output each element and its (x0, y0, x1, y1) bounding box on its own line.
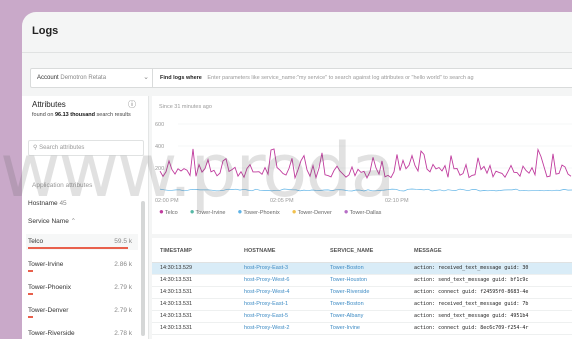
find-logs-label: Find logs where (160, 75, 202, 81)
table-row[interactable]: 14:30:13.531 host-Proxy-West-6 Tower-Houst… (152, 275, 572, 287)
service-value-item[interactable]: Tower-Riverside 2.78 k (26, 326, 138, 339)
service-name-cell: Tower-Albany (330, 313, 364, 319)
column-header-message[interactable]: MESSAGE (414, 248, 442, 254)
service-name-cell: Tower-Irvine (330, 325, 360, 331)
account-selector[interactable]: Account Demotron Retata ⌄ (30, 68, 156, 88)
service-value-bar (28, 316, 33, 318)
attributes-title: Attributes (32, 100, 66, 109)
service-value-item[interactable]: Telco 59.5 k (26, 234, 138, 250)
hostname-cell: host-Proxy-West-2 (244, 325, 290, 331)
message-cell: action: send_text_message guid: 4951b4 (414, 313, 529, 319)
find-logs-input[interactable]: Find logs where Enter parameters like se… (152, 68, 572, 88)
attributes-found-text: found on 96.13 thousand search results (32, 112, 142, 119)
service-value-label: Tower-Riverside (28, 330, 75, 337)
service-value-item[interactable]: Tower-Phoenix 2.79 k (26, 280, 138, 296)
message-cell: action: connect guid: 8ec6c709-f254-4r (414, 325, 529, 331)
service-name-cell: Tower-Boston (330, 301, 364, 307)
find-logs-placeholder: Enter parameters like service_name:"my s… (207, 75, 474, 81)
service-value-bar (28, 270, 33, 272)
service-name-cell: Tower-Riverside (330, 289, 370, 295)
timestamp-cell: 14:30:13.531 (160, 325, 193, 331)
service-value-label: Tower-Irvine (28, 261, 64, 268)
service-name-cell: Tower-Houston (330, 277, 367, 283)
service-value-count: 2.79 k (114, 307, 132, 314)
found-prefix: found on (32, 112, 54, 118)
table-row[interactable]: 14:30:13.531 host-Proxy-East-1 Tower-Bosto… (152, 299, 572, 311)
service-value-count: 2.86 k (114, 261, 132, 268)
column-header-service-name[interactable]: SERVICE_NAME (330, 248, 373, 254)
service-name-attribute[interactable]: Service Name ⌃ (26, 214, 138, 230)
service-value-item[interactable]: Tower-Denver 2.79 k (26, 303, 138, 319)
column-header-timestamp[interactable]: TIMESTAMP (160, 248, 192, 254)
chevron-up-icon: ⌃ (70, 218, 77, 225)
hostname-cell: host-Proxy-East-5 (244, 313, 289, 319)
service-name-label: Service Name (28, 218, 69, 225)
service-value-bar (28, 293, 33, 295)
hostname-cell: host-Proxy-East-3 (244, 265, 289, 271)
service-value-label: Tower-Phoenix (28, 284, 71, 291)
service-value-item[interactable]: Tower-Irvine 2.86 k (26, 257, 138, 273)
message-cell: action: received_text_message guid: 30 (414, 265, 529, 271)
page-title: Logs (32, 25, 59, 37)
account-label: Account (37, 75, 59, 81)
service-value-count: 2.78 k (114, 330, 132, 337)
message-cell: action: connect guid: f24595f0-8683-4e (414, 289, 529, 295)
watermark-text: www.proda (0, 128, 396, 214)
help-icon[interactable]: ⓘ (128, 99, 136, 110)
timestamp-cell: 14:30:13.531 (160, 289, 193, 295)
logs-table: TIMESTAMP HOSTNAME SERVICE_NAME MESSAGE … (152, 238, 572, 339)
timestamp-cell: 14:30:13.531 (160, 301, 193, 307)
service-name-cell: Tower-Boston (330, 265, 364, 271)
service-value-count: 2.79 k (114, 284, 132, 291)
column-header-hostname[interactable]: HOSTNAME (244, 248, 275, 254)
found-count: 96.13 thousand (54, 112, 95, 118)
table-row[interactable]: 14:30:13.529 host-Proxy-East-3 Tower-Bosto… (152, 263, 572, 275)
header-divider (22, 52, 572, 53)
found-suffix: search results (96, 112, 131, 118)
service-value-label: Tower-Denver (28, 307, 69, 314)
chevron-down-icon: ⌄ (143, 74, 149, 81)
hostname-cell: host-Proxy-West-4 (244, 289, 290, 295)
timestamp-cell: 14:30:13.529 (160, 265, 193, 271)
account-value: Demotron Retata (60, 75, 107, 81)
table-row[interactable]: 14:30:13.531 host-Proxy-West-2 Tower-Irvin… (152, 323, 572, 335)
message-cell: action: received_text_message guid: 7b (414, 301, 529, 307)
message-cell: action: send_text_message guid: bf1c9c (414, 277, 529, 283)
table-row[interactable]: 14:30:13.531 host-Proxy-West-4 Tower-River… (152, 287, 572, 299)
sidebar-scrollbar[interactable] (141, 201, 145, 336)
hostname-cell: host-Proxy-West-6 (244, 277, 290, 283)
table-row[interactable]: 14:30:13.531 host-Proxy-East-5 Tower-Alban… (152, 311, 572, 323)
service-value-bar (28, 247, 128, 249)
hostname-cell: host-Proxy-East-1 (244, 301, 289, 307)
timestamp-cell: 14:30:13.531 (160, 313, 193, 319)
timestamp-cell: 14:30:13.531 (160, 277, 193, 283)
